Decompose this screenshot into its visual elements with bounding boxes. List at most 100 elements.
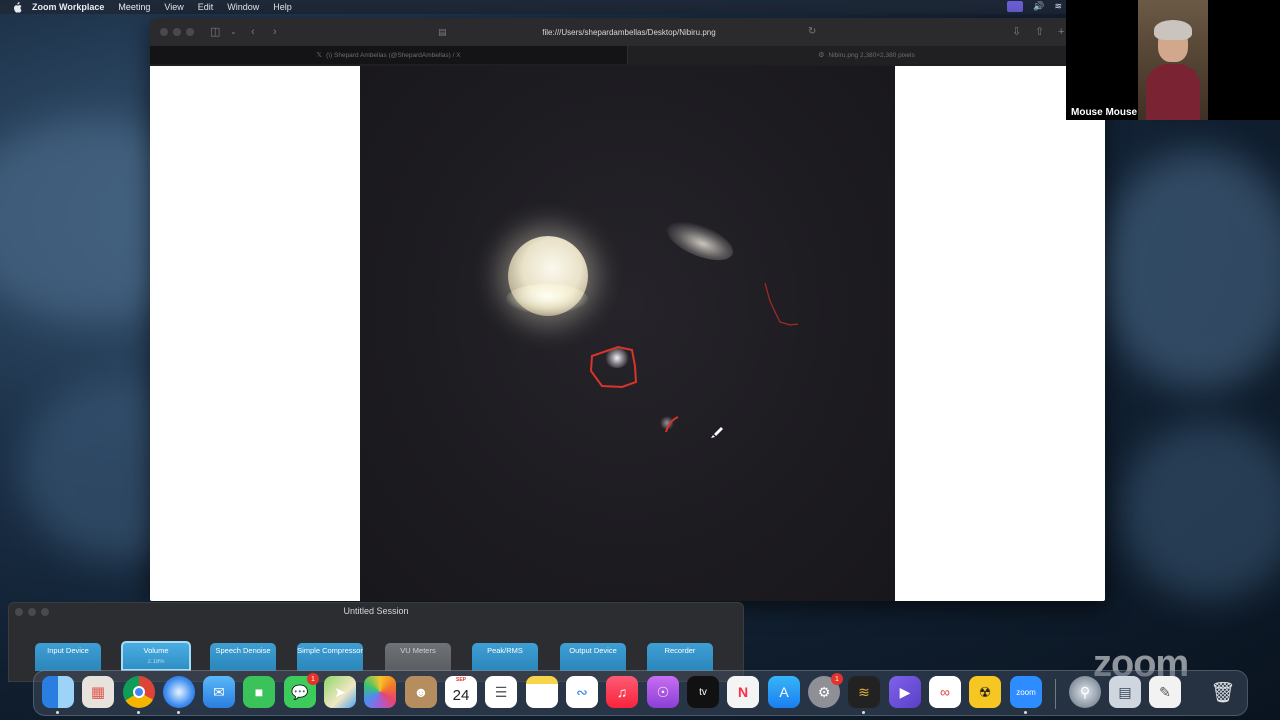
module-input-device[interactable]: Input Device <box>35 643 101 671</box>
annotation-layer[interactable] <box>360 66 895 601</box>
image-file-icon: ⚙ <box>818 52 825 59</box>
messages-badge: 1 <box>307 673 319 685</box>
annotation-arc <box>665 416 679 433</box>
pen-cursor-icon <box>711 427 723 438</box>
menu-view[interactable]: View <box>164 2 183 12</box>
browser-toolbar: ◫ ⌄ ‹ › file:///Users/shepardambellas/De… <box>150 18 1105 46</box>
chevron-down-icon[interactable]: ⌄ <box>230 26 237 38</box>
module-label: VU Meters <box>400 646 436 655</box>
connect-app-icon[interactable]: ∞ <box>929 676 961 708</box>
module-recorder[interactable]: Recorder <box>647 643 713 671</box>
module-label: Volume <box>143 646 169 655</box>
menu-app-name[interactable]: Zoom Workplace <box>32 2 104 12</box>
module-simple-compressor[interactable]: Simple Compressor <box>297 643 363 671</box>
module-label: Simple Compressor <box>297 646 363 655</box>
zoom-app-icon[interactable]: zoom <box>1010 676 1042 714</box>
module-volume-value: 2.18% <box>147 659 165 665</box>
running-indicator <box>862 711 865 714</box>
session-title: Untitled Session <box>343 606 409 616</box>
download-icon[interactable]: ⇩ <box>1012 26 1021 38</box>
safari-icon[interactable] <box>163 676 195 714</box>
browser-window: ◫ ⌄ ‹ › file:///Users/shepardambellas/De… <box>150 18 1105 601</box>
contacts-icon[interactable]: ☻ <box>405 676 437 708</box>
module-output-device[interactable]: Output Device <box>560 643 626 671</box>
music-icon[interactable]: ♫ <box>606 676 638 708</box>
messages-icon[interactable]: 💬 1 <box>284 673 319 708</box>
maps-icon[interactable]: ➤ <box>324 676 356 708</box>
apple-tv-icon[interactable]: tv <box>687 676 719 708</box>
tab-x-profile[interactable]: 𝕏 (\) Shepard Ambellas (@ShepardAmbellas… <box>150 46 627 64</box>
preview-icon[interactable]: ▤ <box>1109 676 1141 708</box>
person-hair <box>1154 20 1192 40</box>
sidebar-toggle-icon[interactable]: ◫ <box>210 26 220 38</box>
module-label: Input Device <box>47 646 89 655</box>
running-indicator <box>137 711 140 714</box>
x-logo-icon: 𝕏 <box>316 52 323 59</box>
volume-icon[interactable]: 🔊 <box>1033 1 1044 12</box>
chrome-icon[interactable] <box>123 676 155 714</box>
photos-icon[interactable] <box>364 676 396 708</box>
new-tab-icon[interactable]: + <box>1058 26 1064 38</box>
zoom-button[interactable] <box>186 28 194 36</box>
zoom-app-label: zoom <box>1016 687 1036 697</box>
annotation-line <box>764 282 799 326</box>
mail-icon[interactable]: ✉ <box>203 676 235 708</box>
audio-wave-icon[interactable]: ≋ <box>1054 1 1062 12</box>
module-vu-meters[interactable]: VU Meters <box>385 643 451 671</box>
reload-icon[interactable]: ↻ <box>808 26 816 38</box>
close-button[interactable] <box>160 28 168 36</box>
app-store-icon[interactable]: A <box>768 676 800 708</box>
tab-bar: 𝕏 (\) Shepard Ambellas (@ShepardAmbellas… <box>150 46 1105 64</box>
tab-nibiru-image[interactable]: ⚙ Nibiru.png 2,380×2,380 pixels <box>627 46 1105 64</box>
module-volume[interactable]: Volume 2.18% <box>121 641 191 671</box>
share-icon[interactable]: ⇧ <box>1035 26 1044 38</box>
freeform-icon[interactable]: ∾ <box>566 676 598 708</box>
forward-arrow-icon[interactable]: › <box>273 26 277 38</box>
module-label: Recorder <box>664 646 696 655</box>
module-peak-rms[interactable]: Peak/RMS <box>472 643 538 671</box>
url-text: file:///Users/shepardambellas/Desktop/Ni… <box>542 27 716 37</box>
calendar-day: 24 <box>452 686 470 704</box>
notes-icon[interactable] <box>526 676 558 708</box>
video-feed <box>1138 0 1208 120</box>
settings-badge: 1 <box>831 673 843 685</box>
running-indicator <box>1024 711 1027 714</box>
radiation-app-icon[interactable]: ☢ <box>969 676 1001 708</box>
menu-edit[interactable]: Edit <box>198 2 214 12</box>
textedit-icon[interactable]: ✎ <box>1149 676 1181 708</box>
image-viewer <box>150 66 1105 601</box>
quicktime-icon[interactable]: ⚲ <box>1069 676 1101 708</box>
back-arrow-icon[interactable]: ‹ <box>251 26 255 38</box>
page-settings-icon[interactable]: ▤ <box>438 26 447 38</box>
podcasts-icon[interactable]: ☉ <box>647 676 679 708</box>
address-bar[interactable]: file:///Users/shepardambellas/Desktop/Ni… <box>432 24 826 40</box>
running-indicator <box>177 711 180 714</box>
screen-share-status-icon[interactable] <box>1007 1 1024 12</box>
finder-icon[interactable] <box>42 676 74 714</box>
grid-glyph: ▦ <box>90 684 106 701</box>
participant-name: Mouse Mouse <box>1071 107 1138 118</box>
news-icon[interactable]: N <box>727 676 759 708</box>
person-body <box>1146 64 1200 120</box>
audio-hijack-icon[interactable]: ≋ <box>848 676 880 714</box>
reminders-icon[interactable]: ☰ <box>485 676 517 708</box>
dock-separator <box>1055 679 1056 709</box>
system-settings-icon[interactable]: ⚙ 1 <box>808 673 843 708</box>
launchpad-icon[interactable]: ▦ <box>82 676 114 708</box>
chrome-center <box>133 686 145 698</box>
facetime-icon[interactable]: ■ <box>243 676 275 708</box>
nibiru-photo <box>360 66 895 601</box>
screen-recorder-icon[interactable]: ▶ <box>889 676 921 708</box>
menu-meeting[interactable]: Meeting <box>118 2 150 12</box>
menu-window[interactable]: Window <box>227 2 259 12</box>
tab-label: Nibiru.png 2,380×2,380 pixels <box>828 51 915 59</box>
menu-help[interactable]: Help <box>273 2 292 12</box>
trash-icon[interactable]: 🗑 <box>1207 676 1239 708</box>
calendar-icon[interactable]: SEP 24 <box>445 676 477 708</box>
running-indicator <box>56 711 59 714</box>
participant-video[interactable]: Mouse Mouse <box>1066 0 1280 120</box>
minimize-button[interactable] <box>173 28 181 36</box>
module-label: Output Device <box>569 646 617 655</box>
module-speech-denoise[interactable]: Speech Denoise <box>210 643 276 671</box>
apple-icon[interactable] <box>12 1 22 13</box>
